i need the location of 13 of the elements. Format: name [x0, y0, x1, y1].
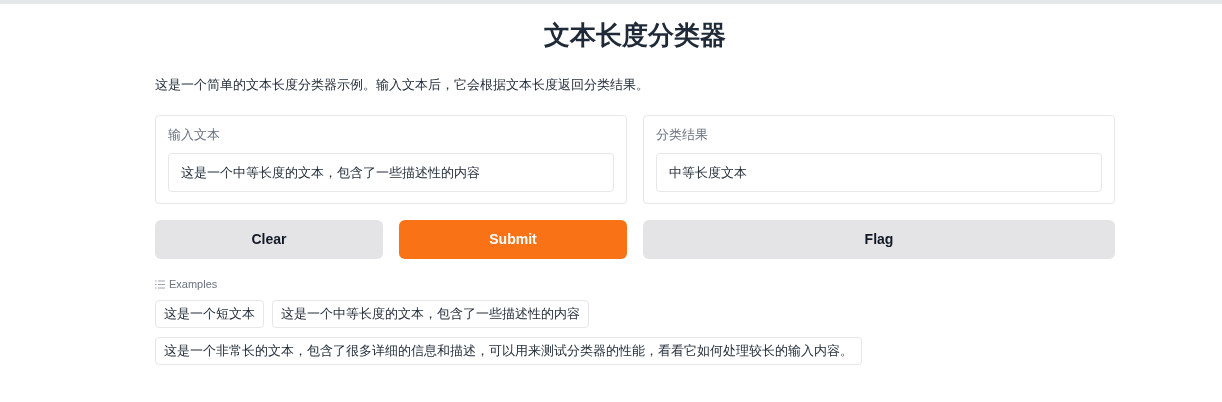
- action-button[interactable]: Flag: [643, 220, 1115, 259]
- input-label: 输入文本: [168, 126, 220, 144]
- example-chip[interactable]: 这是一个中等长度的文本，包含了一些描述性的内容: [272, 300, 589, 328]
- example-chip[interactable]: 这是一个短文本: [155, 300, 264, 328]
- action-button[interactable]: Clear: [155, 220, 383, 259]
- description-text: 这是一个简单的文本长度分类器示例。输入文本后，它会根据文本长度返回分类结果。: [155, 76, 650, 94]
- example-chip[interactable]: 这是一个非常长的文本，包含了很多详细的信息和描述，可以用来测试分类器的性能，看看它如何处理较长的输入内容。: [155, 337, 862, 365]
- list-icon: [155, 279, 165, 289]
- input-field[interactable]: 这是一个中等长度的文本，包含了一些描述性的内容: [168, 153, 614, 192]
- output-field[interactable]: 中等长度文本: [656, 153, 1102, 192]
- output-label: 分类结果: [656, 126, 708, 144]
- page-title: 文本长度分类器: [544, 19, 726, 52]
- examples-label: Examples: [169, 277, 218, 291]
